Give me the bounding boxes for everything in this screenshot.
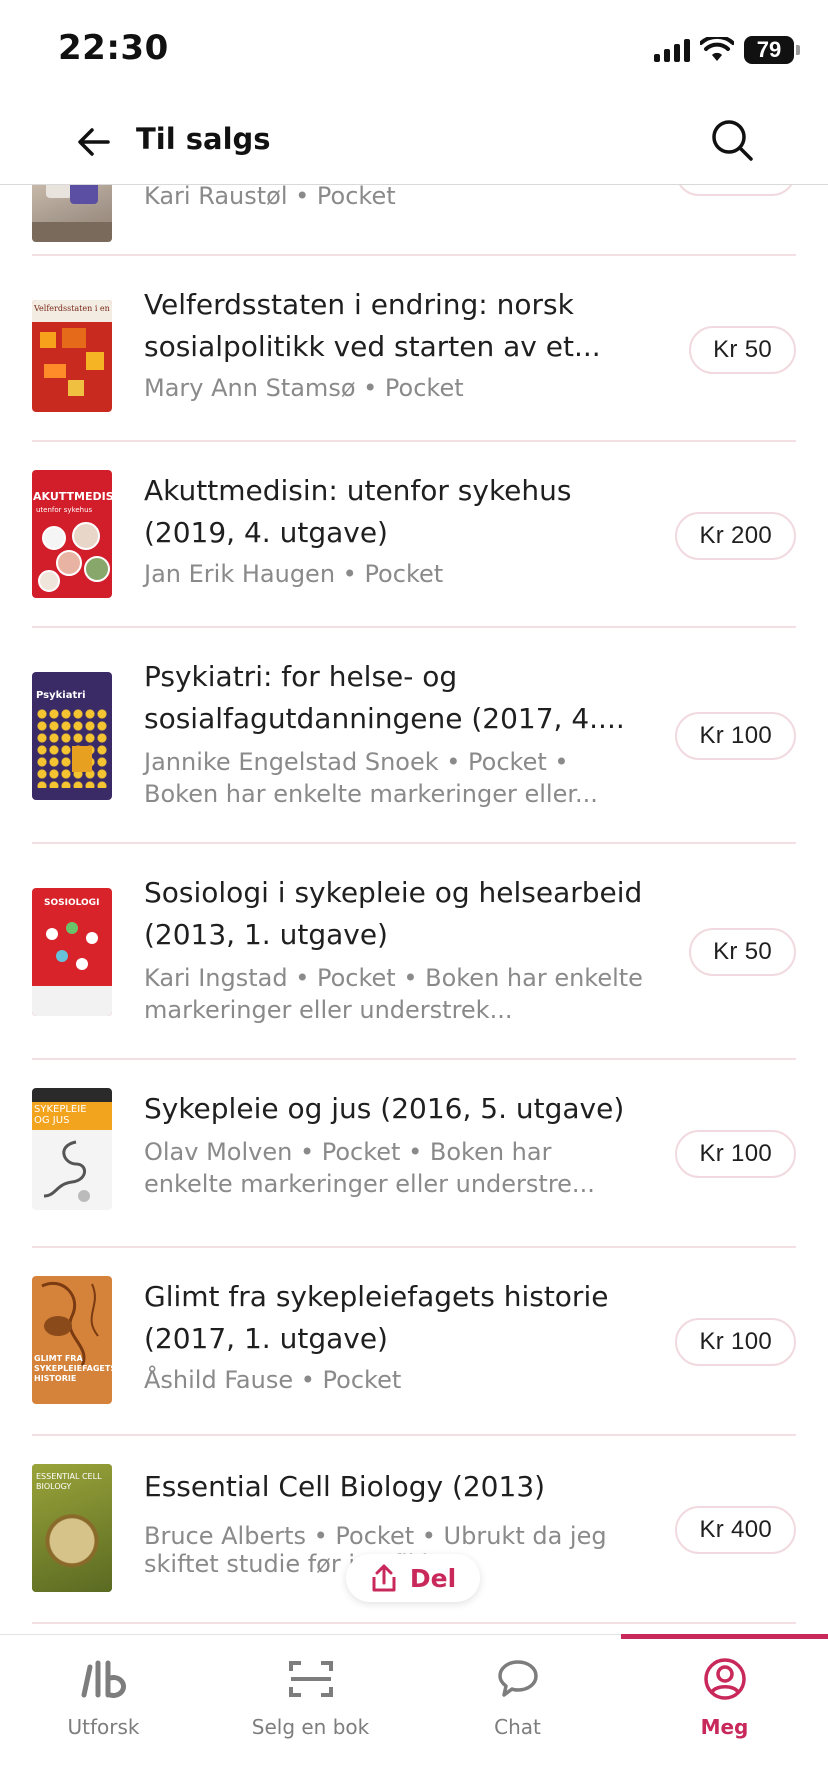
book-cover-image: AKUTTMEDISIN utenfor sykehus [32, 470, 112, 598]
price-badge[interactable]: Kr 50 [689, 326, 796, 374]
listing-title: Essential Cell Biology (2013) [144, 1470, 546, 1503]
tab-label: Chat [494, 1715, 541, 1739]
cover-subtitle: utenfor sykehus [36, 506, 93, 514]
search-button[interactable] [706, 114, 758, 166]
tab-chat[interactable]: Chat [414, 1635, 621, 1765]
listing-subtitle: Jannike Engelstad Snoek • Pocket • Boken… [144, 748, 598, 808]
listing-title: Sosiologi i sykepleie og helsearbeid (20… [144, 876, 643, 951]
search-icon [712, 120, 753, 161]
cover-title: AKUTTMEDISIN [33, 490, 112, 503]
share-button[interactable]: Del [346, 1554, 480, 1602]
tab-label: Meg [700, 1715, 749, 1739]
listing-subtitle: Jan Erik Haugen • Pocket [144, 560, 444, 588]
battery-indicator: 79 [744, 36, 800, 64]
listing-subtitle: Kari Ingstad • Pocket • Boken har enkelt… [144, 964, 643, 1024]
lb-logo-icon [78, 1653, 130, 1705]
cover-title: SYKEPLEIE OG JUS [34, 1104, 87, 1126]
listing-list[interactable]: Kari Raustøl • Pocket Kr 100 Velferdssta… [0, 184, 828, 1634]
scan-icon [288, 1653, 333, 1705]
listing-subtitle: Olav Molven • Pocket • Boken har enkelte… [144, 1138, 595, 1198]
user-circle-icon [703, 1653, 747, 1705]
listing-text: Psykiatri: for helse- og sosialfagutdann… [144, 656, 634, 810]
tab-bar: Utforsk Selg en bok Chat Meg [0, 1634, 828, 1792]
app-header: Til salgs [0, 100, 828, 185]
listing-title: Akuttmedisin: utenfor sykehus (2019, 4. … [144, 474, 572, 549]
listing-item[interactable]: Velferdsstaten i endring Velferdsstaten … [32, 256, 796, 442]
listing-item[interactable]: AKUTTMEDISIN utenfor sykehus Akuttmedisi… [32, 442, 796, 628]
tab-selg-en-bok[interactable]: Selg en bok [207, 1635, 414, 1765]
share-icon [372, 1564, 396, 1592]
cover-title: GLIMT FRA SYKEPLEIEFAGETS HISTORIE [34, 1354, 112, 1383]
price-badge[interactable]: Kr 400 [675, 1506, 796, 1554]
listing-item[interactable]: SYKEPLEIE OG JUS Sykepleie og jus (2016,… [32, 1060, 796, 1248]
listing-item[interactable]: SOSIOLOGI Sosiologi i sykepleie og helse… [32, 844, 796, 1060]
listing-text: Sosiologi i sykepleie og helsearbeid (20… [144, 872, 644, 1026]
cover-title: SOSIOLOGI [44, 898, 100, 908]
arrow-left-icon [78, 128, 110, 156]
tab-utforsk[interactable]: Utforsk [0, 1635, 207, 1765]
price-badge[interactable]: Kr 50 [689, 928, 796, 976]
book-cover-image: Psykiatri [32, 672, 112, 800]
book-cover-image: ESSENTIAL CELL BIOLOGY [32, 1464, 112, 1592]
cover-title: Psykiatri [36, 690, 86, 701]
listing-item[interactable]: GLIMT FRA SYKEPLEIEFAGETS HISTORIE Glimt… [32, 1248, 796, 1436]
cover-title: ESSENTIAL CELL BIOLOGY [36, 1472, 102, 1491]
book-cover-image: SOSIOLOGI [32, 888, 112, 1016]
tab-label: Utforsk [67, 1715, 140, 1739]
tab-meg[interactable]: Meg [621, 1635, 828, 1765]
listing-item[interactable]: Psykiatri Psykiatri: for helse- og sosia… [32, 628, 796, 844]
tab-label: Selg en bok [251, 1715, 370, 1739]
listing-title: Sykepleie og jus (2016, 5. utgave) [144, 1092, 625, 1125]
listing-text: Velferdsstaten i endring: norsk sosialpo… [144, 284, 634, 404]
back-button[interactable] [72, 120, 116, 164]
price-badge[interactable]: Kr 100 [675, 1130, 796, 1178]
book-cover-image [32, 184, 112, 242]
price-badge[interactable]: Kr 100 [675, 1318, 796, 1366]
listing-list-content: Kari Raustøl • Pocket Kr 100 Velferdssta… [0, 184, 828, 1624]
status-bar: 22:30 79 [0, 0, 828, 100]
cellular-signal-icon [654, 38, 690, 62]
book-cover-image: GLIMT FRA SYKEPLEIEFAGETS HISTORIE [32, 1276, 112, 1404]
share-label: Del [409, 1563, 457, 1593]
book-cover-image: SYKEPLEIE OG JUS [32, 1088, 112, 1210]
screen: 22:30 79 Til salgs Kari Raustøl • Pocket… [0, 0, 828, 1792]
listing-subtitle: Åshild Fause • Pocket [144, 1366, 402, 1394]
status-icons: 79 [654, 32, 800, 68]
price-badge[interactable]: Kr 200 [675, 512, 796, 560]
listing-text: Glimt fra sykepleiefagets historie (2017… [144, 1276, 614, 1396]
price-badge[interactable]: Kr 100 [675, 184, 796, 196]
page-title: Til salgs [136, 122, 271, 156]
cover-title: Velferdsstaten i endring [34, 304, 110, 313]
listing-title: Glimt fra sykepleiefagets historie (2017… [144, 1280, 609, 1355]
listing-text: Kari Raustøl • Pocket [144, 184, 396, 212]
wifi-icon [700, 37, 734, 61]
listing-item[interactable]: Kari Raustøl • Pocket Kr 100 [32, 184, 796, 256]
status-time: 22:30 [58, 28, 169, 68]
listing-text: Akuttmedisin: utenfor sykehus (2019, 4. … [144, 470, 614, 590]
listing-subtitle: Kari Raustøl • Pocket [144, 184, 396, 210]
listing-text: Sykepleie og jus (2016, 5. utgave) Olav … [144, 1088, 634, 1200]
listing-title: Velferdsstaten i endring: norsk sosialpo… [144, 288, 601, 363]
chat-bubble-icon [497, 1653, 539, 1705]
listing-title: Psykiatri: for helse- og sosialfagutdann… [144, 660, 625, 735]
price-badge[interactable]: Kr 100 [675, 712, 796, 760]
book-cover-image: Velferdsstaten i endring [32, 300, 112, 412]
listing-subtitle: Mary Ann Stamsø • Pocket [144, 374, 464, 402]
